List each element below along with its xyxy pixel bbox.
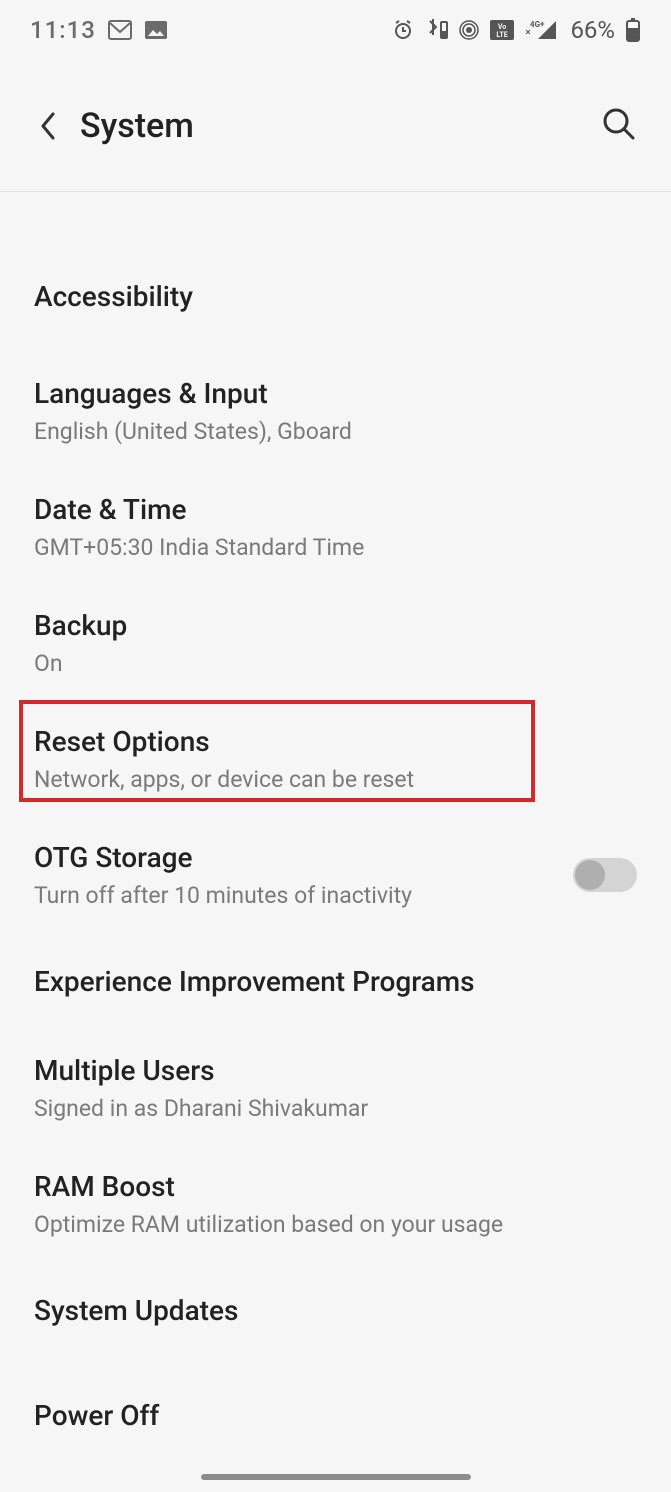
item-title: Languages & Input <box>34 377 637 410</box>
item-subtitle: Optimize RAM utilization based on your u… <box>34 1211 637 1238</box>
gmail-icon <box>108 20 132 40</box>
item-experience-improvement[interactable]: Experience Improvement Programs <box>0 933 671 1030</box>
otg-storage-toggle[interactable] <box>573 858 637 892</box>
app-bar: System <box>0 60 671 192</box>
item-ram-boost[interactable]: RAM Boost Optimize RAM utilization based… <box>0 1146 671 1262</box>
item-power-off[interactable]: Power Off <box>0 1367 671 1464</box>
item-subtitle: Signed in as Dharani Shivakumar <box>34 1095 637 1122</box>
item-title: Reset Options <box>34 725 637 758</box>
item-title: System Updates <box>34 1294 637 1327</box>
item-subtitle: Turn off after 10 minutes of inactivity <box>34 882 553 909</box>
item-title: Experience Improvement Programs <box>34 965 637 998</box>
item-title: OTG Storage <box>34 841 553 874</box>
status-bar-right: VoLTE 4G+ 66% <box>392 16 641 44</box>
volte-icon: VoLTE <box>490 20 514 40</box>
toggle-knob <box>575 860 605 890</box>
item-multiple-users[interactable]: Multiple Users Signed in as Dharani Shiv… <box>0 1030 671 1146</box>
item-date-time[interactable]: Date & Time GMT+05:30 India Standard Tim… <box>0 469 671 585</box>
svg-text:LTE: LTE <box>497 31 508 39</box>
alarm-icon <box>392 19 414 41</box>
item-title: Multiple Users <box>34 1054 637 1087</box>
hotspot-icon <box>458 19 480 41</box>
page-title: System <box>80 106 194 146</box>
item-subtitle: On <box>34 650 637 677</box>
svg-text:4G+: 4G+ <box>530 20 545 29</box>
item-system-updates[interactable]: System Updates <box>0 1262 671 1367</box>
item-languages-input[interactable]: Languages & Input English (United States… <box>0 353 671 469</box>
battery-icon <box>625 18 641 42</box>
item-title: Accessibility <box>34 280 637 313</box>
item-title: Date & Time <box>34 493 637 526</box>
status-bar: 11:13 VoLTE 4G+ 66% <box>0 0 671 60</box>
item-backup[interactable]: Backup On <box>0 585 671 701</box>
battery-percentage: 66% <box>570 16 615 44</box>
search-button[interactable] <box>601 106 637 146</box>
item-title: Power Off <box>34 1399 637 1432</box>
item-reset-options[interactable]: Reset Options Network, apps, or device c… <box>0 701 671 817</box>
bluetooth-battery-icon <box>424 19 448 41</box>
status-bar-left: 11:13 <box>30 16 168 44</box>
svg-text:Vo: Vo <box>498 23 506 31</box>
item-title: Backup <box>34 609 637 642</box>
back-button[interactable] <box>34 112 62 140</box>
signal-icon: 4G+ <box>524 19 558 41</box>
navigation-handle[interactable] <box>201 1474 471 1480</box>
item-accessibility[interactable]: Accessibility <box>0 232 671 353</box>
item-otg-storage[interactable]: OTG Storage Turn off after 10 minutes of… <box>0 817 671 933</box>
status-time: 11:13 <box>30 16 96 44</box>
item-title: RAM Boost <box>34 1170 637 1203</box>
photos-icon <box>144 20 168 40</box>
item-subtitle: Network, apps, or device can be reset <box>34 766 637 793</box>
item-subtitle: English (United States), Gboard <box>34 418 637 445</box>
settings-list: Accessibility Languages & Input English … <box>0 192 671 1464</box>
item-subtitle: GMT+05:30 India Standard Time <box>34 534 637 561</box>
app-bar-left: System <box>34 106 194 146</box>
